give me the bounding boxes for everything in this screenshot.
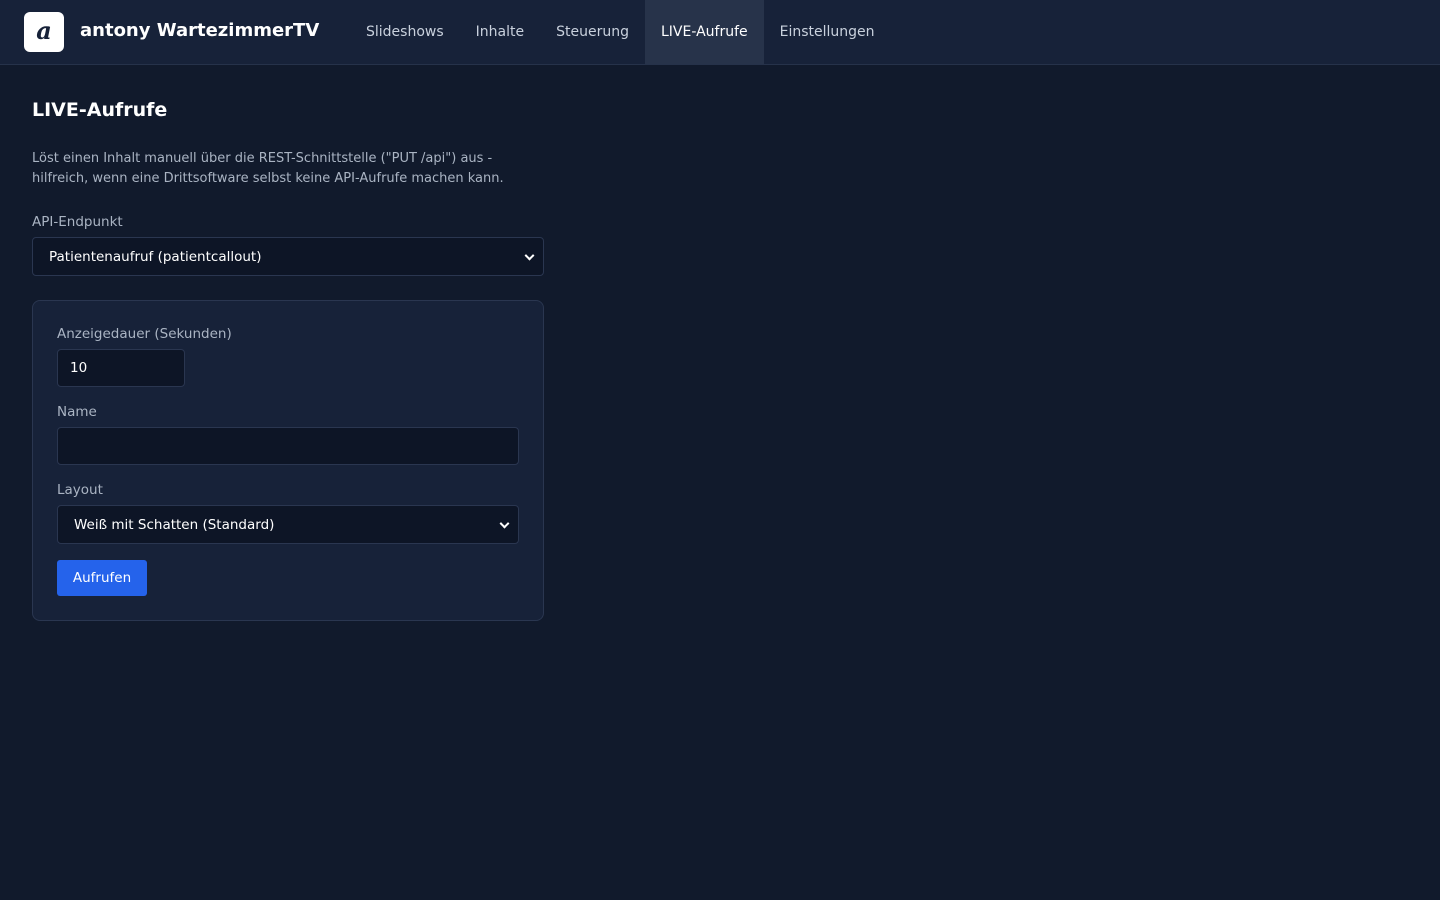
name-label: Name: [57, 404, 97, 420]
nav-item-einstellungen[interactable]: Einstellungen: [764, 0, 891, 64]
nav-item-slideshows[interactable]: Slideshows: [350, 0, 460, 64]
logo-letter: a: [36, 16, 52, 45]
main-nav: Slideshows Inhalte Steuerung LIVE-Aufruf…: [350, 0, 891, 64]
app-title: antony WartezimmerTV: [80, 20, 320, 41]
page-title: LIVE-Aufrufe: [32, 99, 168, 121]
layout-label: Layout: [57, 482, 103, 498]
endpoint-select-value: Patientenaufruf (patientcallout): [49, 248, 262, 265]
top-navigation-bar: a antony WartezimmerTV Slideshows Inhalt…: [0, 0, 1440, 65]
nav-item-steuerung[interactable]: Steuerung: [540, 0, 645, 64]
layout-select[interactable]: Weiß mit Schatten (Standard): [57, 505, 519, 544]
endpoint-label: API-Endpunkt: [32, 214, 123, 230]
layout-select-value: Weiß mit Schatten (Standard): [74, 516, 275, 533]
chevron-down-icon: [499, 518, 510, 529]
duration-label: Anzeigedauer (Sekunden): [57, 326, 232, 342]
chevron-down-icon: [524, 250, 535, 261]
name-input[interactable]: [57, 427, 519, 465]
duration-input[interactable]: [57, 349, 185, 387]
nav-item-inhalte[interactable]: Inhalte: [460, 0, 540, 64]
submit-callout-button[interactable]: Aufrufen: [57, 560, 147, 596]
nav-item-live-aufrufe[interactable]: LIVE-Aufrufe: [644, 0, 764, 64]
app-logo[interactable]: a: [24, 12, 64, 52]
page-description: Löst einen Inhalt manuell über die REST-…: [32, 151, 504, 186]
endpoint-select[interactable]: Patientenaufruf (patientcallout): [32, 237, 544, 276]
